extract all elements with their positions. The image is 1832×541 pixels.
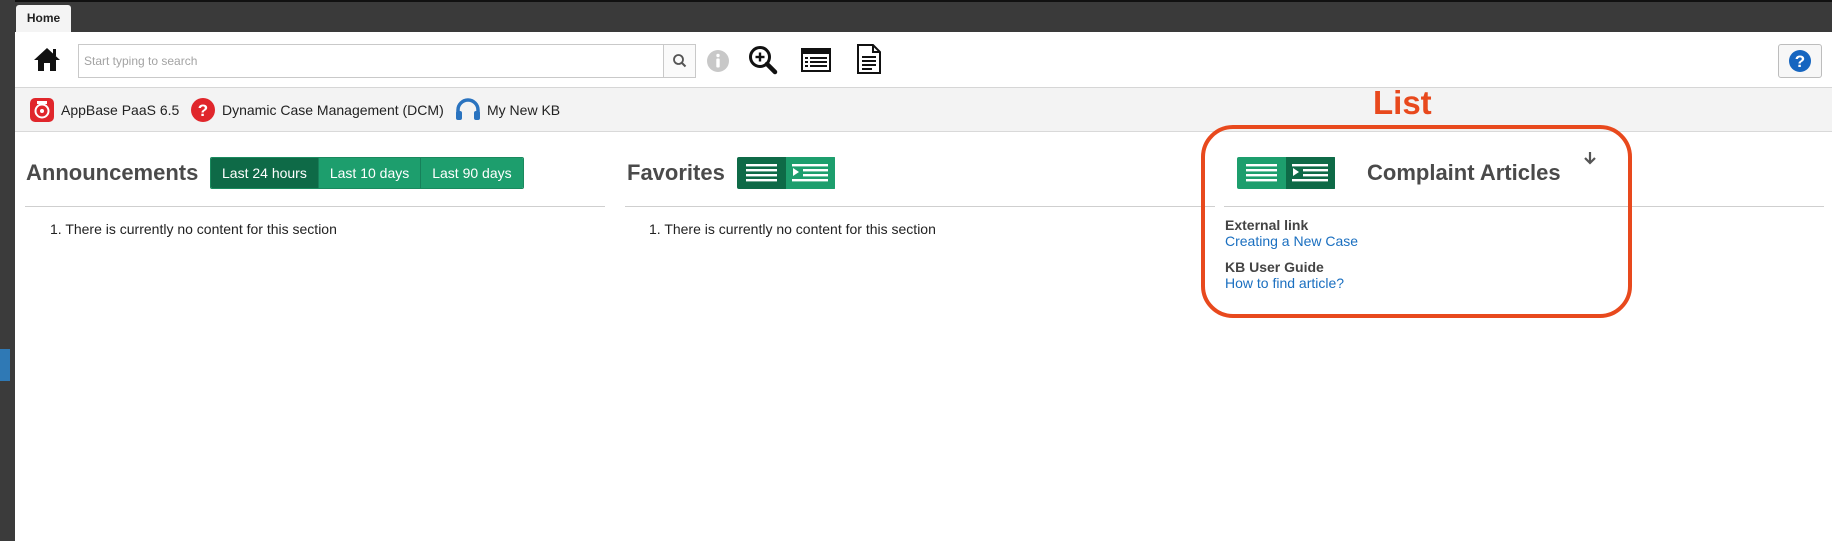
annotation-highlight-box — [1201, 125, 1632, 318]
filter-last-10-days[interactable]: Last 10 days — [317, 158, 421, 188]
announcements-divider — [25, 206, 605, 207]
info-icon[interactable] — [706, 49, 730, 78]
headset-icon — [455, 97, 481, 123]
search-button[interactable] — [663, 45, 695, 77]
kb-item-label: Dynamic Case Management (DCM) — [222, 102, 444, 118]
kb-item-my-new-kb[interactable]: My New KB — [455, 88, 560, 132]
favorites-divider — [625, 206, 1215, 207]
filter-last-24-hours[interactable]: Last 24 hours — [211, 158, 318, 188]
help-button[interactable]: ? — [1778, 44, 1822, 78]
left-side-strip — [0, 0, 15, 541]
kb-item-dcm[interactable]: ? Dynamic Case Management (DCM) — [190, 88, 444, 132]
list-view-icon[interactable] — [801, 48, 831, 77]
tab-home[interactable]: Home — [16, 5, 71, 32]
kb-item-label: My New KB — [487, 102, 561, 118]
toolbar: ? — [15, 32, 1832, 88]
expand-list-icon — [792, 164, 828, 182]
filter-last-90-days[interactable]: Last 90 days — [420, 158, 523, 188]
favorites-title: Favorites — [627, 160, 725, 185]
search-input[interactable] — [79, 45, 664, 77]
expanded-view-toggle-button[interactable] — [786, 157, 835, 189]
announcements-empty-message: 1. There is currently no content for thi… — [50, 221, 337, 237]
announcements-title: Announcements — [26, 160, 199, 185]
search-box — [78, 44, 696, 78]
favorites-view-toggle — [737, 157, 836, 189]
favorites-empty-message: 1. There is currently no content for thi… — [649, 221, 936, 237]
svg-text:?: ? — [198, 101, 208, 120]
svg-text:?: ? — [1795, 52, 1805, 71]
help-icon: ? — [1789, 50, 1811, 72]
zoom-in-icon[interactable] — [748, 45, 778, 80]
appbase-icon — [29, 97, 55, 123]
side-indicator — [0, 349, 10, 381]
kb-item-label: AppBase PaaS 6.5 — [61, 102, 180, 118]
list-lines-icon — [746, 164, 777, 182]
announcements-filter-group: Last 24 hours Last 10 days Last 90 days — [210, 157, 524, 189]
annotation-label: List — [1373, 84, 1432, 121]
kb-item-appbase[interactable]: AppBase PaaS 6.5 — [29, 88, 179, 132]
question-icon: ? — [190, 97, 216, 123]
document-icon[interactable] — [856, 44, 882, 79]
list-view-toggle-button[interactable] — [737, 157, 786, 189]
window-top-bar — [0, 0, 1832, 32]
home-icon[interactable] — [33, 46, 61, 72]
search-icon — [673, 54, 687, 68]
